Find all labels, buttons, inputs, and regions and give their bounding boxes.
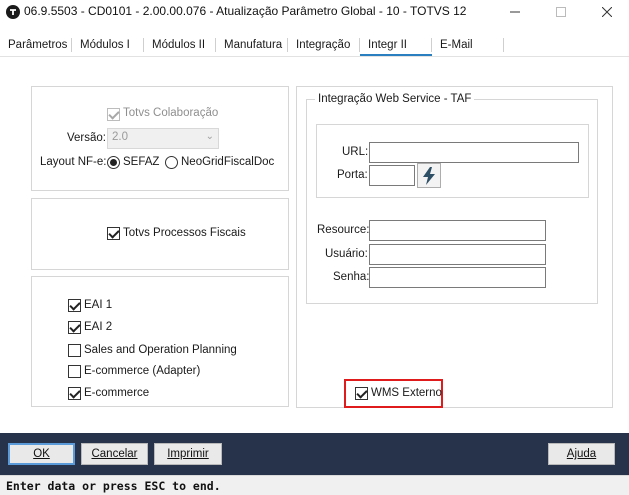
url-input[interactable] — [369, 142, 579, 163]
url-label: URL: — [342, 146, 369, 158]
resource-label: Resource: — [317, 224, 370, 236]
resource-input[interactable] — [369, 220, 546, 241]
tab-separator — [359, 38, 360, 52]
minimize-icon — [510, 11, 520, 13]
eai2-checkbox[interactable] — [68, 321, 81, 334]
eai1-label: EAI 1 — [84, 299, 113, 311]
senha-label: Senha: — [333, 271, 370, 283]
taf-legend: Integração Web Service - TAF — [315, 93, 475, 105]
tab-modulos-i[interactable]: Módulos I — [80, 34, 130, 56]
version-select[interactable]: 2.0 ⌄ — [107, 128, 219, 149]
layout-option-sefaz: SEFAZ — [123, 156, 160, 168]
status-text: Enter data or press ESC to end. — [6, 479, 221, 493]
imprimir-button[interactable]: Imprimir — [154, 443, 222, 465]
ecommerce-adapter-checkbox[interactable] — [68, 365, 81, 378]
layout-radio-neogrid[interactable] — [165, 156, 178, 169]
tab-integr-ii[interactable]: Integr II — [368, 34, 407, 56]
chevron-down-icon: ⌄ — [205, 131, 214, 142]
test-connection-button[interactable] — [417, 163, 441, 188]
sop-checkbox[interactable] — [68, 344, 81, 357]
processos-fiscais-label: Totvs Processos Fiscais — [123, 227, 246, 239]
tab-baseline — [0, 56, 629, 57]
layout-radio-sefaz[interactable] — [107, 156, 120, 169]
ecommerce-adapter-label: E-commerce (Adapter) — [84, 365, 201, 377]
sop-label: Sales and Operation Planning — [84, 344, 237, 356]
minimize-button[interactable] — [492, 0, 538, 24]
tab-separator — [287, 38, 288, 52]
tab-bar: Parâmetros Módulos I Módulos II Manufatu… — [0, 34, 629, 58]
usuario-label: Usuário: — [325, 248, 368, 260]
tab-parametros[interactable]: Parâmetros — [8, 34, 67, 56]
ecommerce-checkbox[interactable] — [68, 387, 81, 400]
wms-externo-checkbox[interactable] — [355, 387, 368, 400]
tab-integracao[interactable]: Integração — [296, 34, 350, 56]
colaboracao-checkbox[interactable] — [107, 108, 120, 121]
usuario-input[interactable] — [369, 244, 546, 265]
ajuda-button[interactable]: Ajuda — [548, 443, 615, 465]
tab-separator — [431, 38, 432, 52]
colaboracao-label: Totvs Colaboração — [123, 107, 219, 119]
tab-separator — [503, 38, 504, 52]
lightning-icon — [423, 166, 435, 185]
close-icon — [602, 7, 612, 17]
eai1-checkbox[interactable] — [68, 299, 81, 312]
layout-label: Layout NF-e: — [40, 156, 107, 168]
tab-manufatura[interactable]: Manufatura — [224, 34, 282, 56]
porta-label: Porta: — [337, 169, 368, 181]
cancelar-button[interactable]: Cancelar — [81, 443, 148, 465]
wms-externo-label: WMS Externo — [371, 387, 442, 399]
tab-separator — [215, 38, 216, 52]
window-title: 06.9.5503 - CD0101 - 2.00.00.076 - Atual… — [24, 4, 467, 18]
layout-option-neogrid: NeoGridFiscalDoc — [181, 156, 275, 168]
close-button[interactable] — [584, 0, 629, 24]
tab-e-mail[interactable]: E-Mail — [440, 34, 473, 56]
maximize-button[interactable] — [538, 0, 584, 24]
version-label: Versão: — [67, 132, 106, 144]
processos-fiscais-checkbox[interactable] — [107, 227, 120, 240]
maximize-icon — [556, 7, 566, 17]
porta-input[interactable] — [369, 165, 415, 186]
ecommerce-label: E-commerce — [84, 387, 150, 399]
senha-input[interactable] — [369, 267, 546, 288]
ok-button[interactable]: OK — [8, 443, 75, 465]
tab-separator — [71, 38, 72, 52]
totvs-logo-icon — [5, 4, 21, 20]
eai2-label: EAI 2 — [84, 321, 113, 333]
version-value: 2.0 — [112, 131, 128, 143]
tab-separator — [143, 38, 144, 52]
tab-modulos-ii[interactable]: Módulos II — [152, 34, 205, 56]
